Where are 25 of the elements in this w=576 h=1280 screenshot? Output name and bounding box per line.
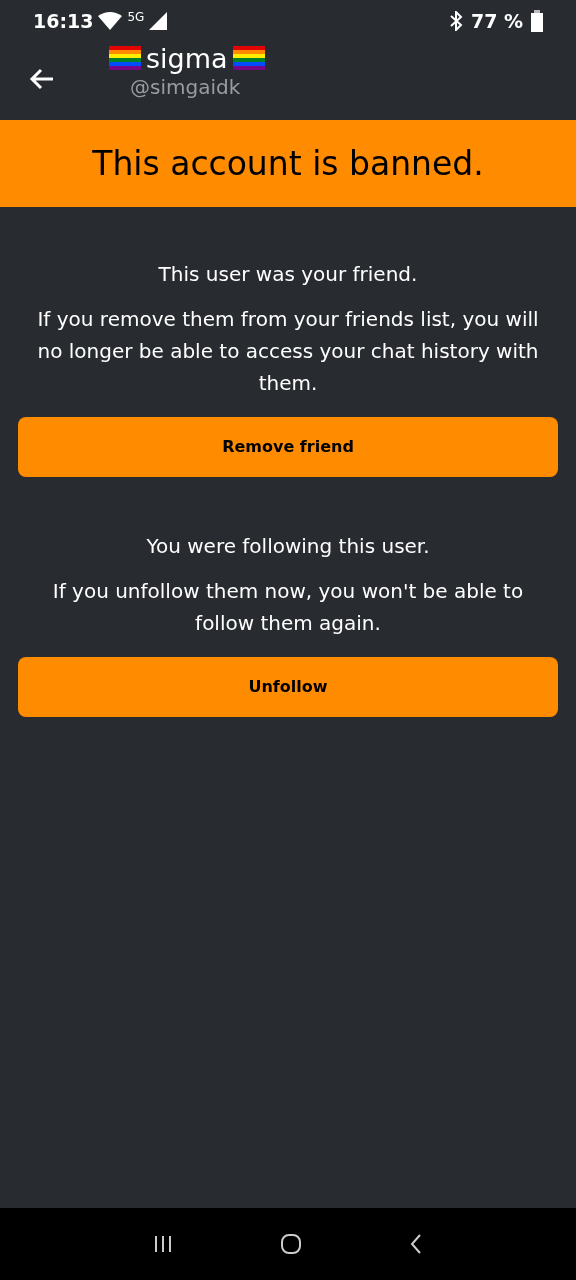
network-type: 5G xyxy=(127,9,145,26)
signal-icon xyxy=(148,11,169,31)
status-time: 16:13 xyxy=(33,8,94,34)
recent-apps-icon xyxy=(153,1235,174,1253)
home-icon xyxy=(280,1233,302,1255)
action-button[interactable]: Remove friend xyxy=(18,417,558,477)
section-description: If you remove them from your friends list, you will no longer be able to access your chat history with them. xyxy=(36,306,540,397)
recent-apps-button[interactable] xyxy=(153,1235,174,1253)
action-button[interactable]: Unfollow xyxy=(18,657,558,717)
rainbow-flag-icon xyxy=(108,45,142,71)
wifi-icon xyxy=(97,11,124,31)
back-arrow-icon xyxy=(29,67,55,91)
section-title: This user was your friend. xyxy=(158,261,418,288)
section-description: If you unfollow them now, you won't be able to follow them again. xyxy=(51,578,525,637)
rainbow-flag-icon xyxy=(231,45,266,71)
username: @simgaidk xyxy=(130,74,242,101)
display-name: sigma xyxy=(146,44,228,72)
chevron-left-icon xyxy=(408,1233,423,1255)
battery-percent: 77 % xyxy=(470,8,523,34)
battery-icon xyxy=(531,10,543,32)
bluetooth-icon xyxy=(448,11,463,31)
section-title: You were following this user. xyxy=(146,533,430,560)
home-button[interactable] xyxy=(280,1233,302,1255)
banned-banner: This account is banned. xyxy=(0,120,576,207)
nav-back-button[interactable] xyxy=(408,1233,423,1255)
